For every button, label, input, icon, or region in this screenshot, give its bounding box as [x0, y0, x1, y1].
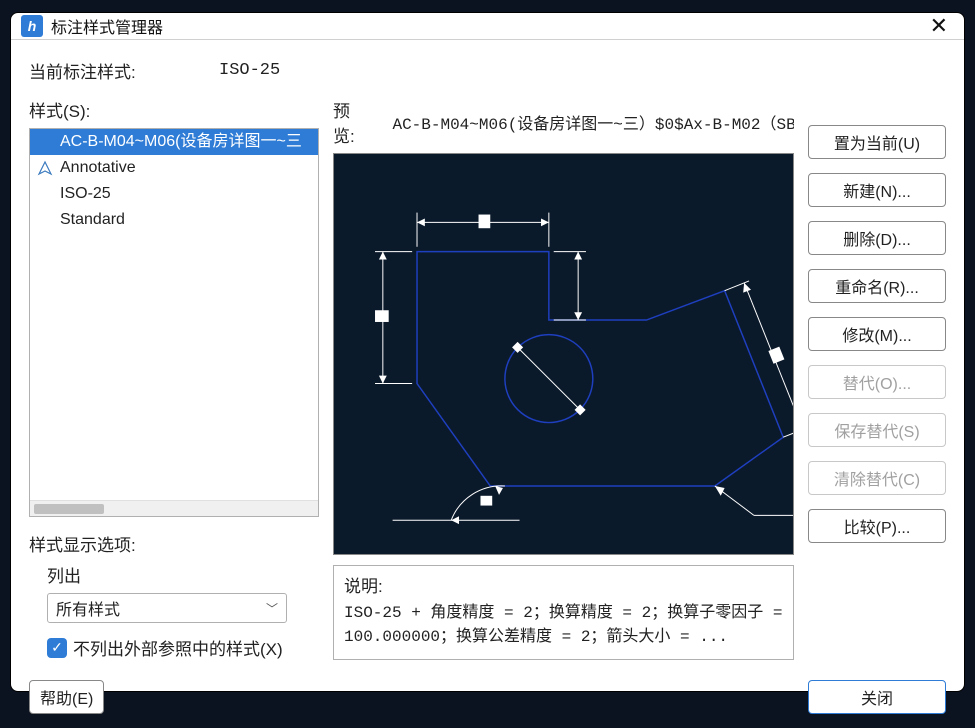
right-button-column: 置为当前(U) 新建(N)... 删除(D)... 重命名(R)... 修改(M… [808, 97, 946, 660]
description-block: 说明: ISO-25 + 角度精度 = 2；换算精度 = 2；换算子零因子 = … [333, 565, 794, 660]
rename-button[interactable]: 重命名(R)... [808, 269, 946, 303]
list-filter-select[interactable]: 所有样式 ﹀ [47, 593, 287, 623]
list-label: 列出 [47, 562, 319, 587]
override-button: 替代(O)... [808, 365, 946, 399]
preview-header: 预览: AC-B-M04~M06(设备房详图一~三）$0$Ax-B-M02（SB… [333, 97, 794, 147]
style-listbox[interactable]: AC-B-M04~M06(设备房详图一~三 Annotative ISO-25 … [29, 128, 319, 517]
clear-override-button: 清除替代(C) [808, 461, 946, 495]
display-options-label: 样式显示选项: [29, 531, 319, 556]
hscrollbar[interactable] [30, 500, 318, 516]
app-icon: h [21, 15, 43, 37]
main-row: 样式(S): AC-B-M04~M06(设备房详图一~三 Annotative … [29, 97, 946, 660]
titlebar: h 标注样式管理器 ✕ [11, 13, 964, 40]
delete-button[interactable]: 删除(D)... [808, 221, 946, 255]
current-style-row: 当前标注样式: ISO-25 [29, 58, 946, 83]
hscroll-thumb[interactable] [34, 504, 104, 514]
current-style-value: ISO-25 [219, 61, 280, 80]
modify-button[interactable]: 修改(M)... [808, 317, 946, 351]
style-item[interactable]: ISO-25 [30, 181, 318, 207]
window-title: 标注样式管理器 [51, 14, 924, 38]
footer: 帮助(E) 关闭 [11, 670, 964, 728]
style-item[interactable]: Standard [30, 207, 318, 233]
dimension-style-manager-dialog: h 标注样式管理器 ✕ 当前标注样式: ISO-25 样式(S): AC-B-M… [10, 12, 965, 692]
content-area: 当前标注样式: ISO-25 样式(S): AC-B-M04~M06(设备房详图… [11, 40, 964, 670]
help-button[interactable]: 帮助(E) [29, 680, 104, 714]
style-item-name: Standard [60, 209, 125, 231]
preview-style-name: AC-B-M04~M06(设备房详图一~三）$0$Ax-B-M02（SBYF） [392, 110, 794, 134]
compare-button[interactable]: 比较(P)... [808, 509, 946, 543]
chevron-down-icon: ﹀ [266, 600, 278, 617]
new-button[interactable]: 新建(N)... [808, 173, 946, 207]
style-item[interactable]: Annotative [30, 155, 318, 181]
annotative-icon [36, 159, 54, 177]
style-item-name: Annotative [60, 157, 136, 179]
close-button[interactable]: 关闭 [808, 680, 946, 714]
current-style-label: 当前标注样式: [29, 58, 219, 83]
style-item-selected[interactable]: AC-B-M04~M06(设备房详图一~三 [30, 129, 318, 155]
select-value: 所有样式 [56, 596, 120, 620]
exclude-xref-label: 不列出外部参照中的样式(X) [73, 635, 283, 660]
style-item-name: AC-B-M04~M06(设备房详图一~三 [60, 131, 302, 153]
description-label: 说明: [344, 572, 783, 597]
close-icon[interactable]: ✕ [924, 13, 954, 39]
description-text: ISO-25 + 角度精度 = 2；换算精度 = 2；换算子零因子 = 100.… [344, 601, 783, 649]
preview-label: 预览: [333, 97, 368, 147]
display-options-group: 样式显示选项: 列出 所有样式 ﹀ ✓ 不列出外部参照中的样式(X) [29, 531, 319, 660]
set-current-button[interactable]: 置为当前(U) [808, 125, 946, 159]
exclude-xref-checkbox[interactable]: ✓ [47, 638, 67, 658]
middle-column: 预览: AC-B-M04~M06(设备房详图一~三）$0$Ax-B-M02（SB… [333, 97, 794, 660]
style-item-name: ISO-25 [60, 183, 111, 205]
exclude-xref-row[interactable]: ✓ 不列出外部参照中的样式(X) [47, 635, 319, 660]
left-column: 样式(S): AC-B-M04~M06(设备房详图一~三 Annotative … [29, 97, 319, 660]
preview-canvas [333, 153, 794, 555]
save-override-button: 保存替代(S) [808, 413, 946, 447]
styles-label: 样式(S): [29, 97, 319, 122]
